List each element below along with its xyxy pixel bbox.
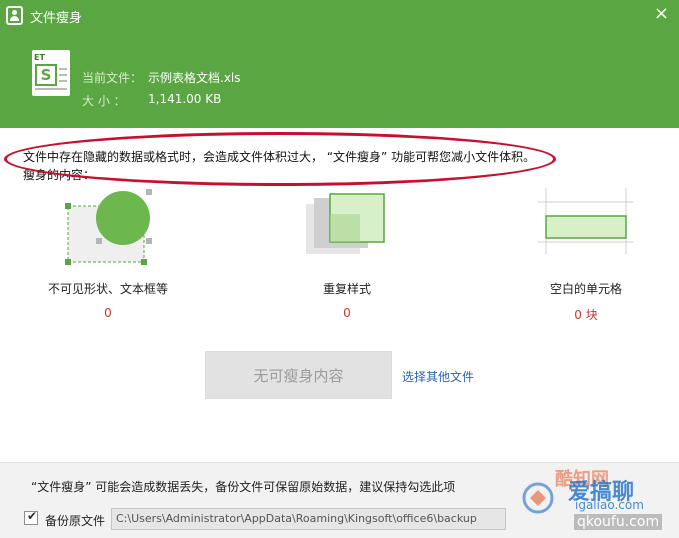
- current-file-value: 示例表格文档.xls: [148, 71, 241, 85]
- description-text: 文件中存在隐藏的数据或格式时，会造成文件体积过大， “文件瘦身” 功能可帮您减小…: [23, 150, 536, 164]
- app-user-icon: [6, 6, 23, 25]
- file-size-label: 大 小 ：: [82, 94, 126, 108]
- watermark-text-3: igaliao.com: [575, 498, 644, 512]
- file-letter: S: [35, 64, 57, 86]
- item-label-invisible-shapes: 不可见形状、文本框等: [47, 282, 168, 296]
- checkmark-icon: ✔: [27, 509, 38, 523]
- watermark-text-4: qkoufu.com: [574, 514, 663, 530]
- blank-cells-illustration: [538, 188, 634, 254]
- item-label-blank-cells: 空白的单元格: [549, 282, 622, 296]
- current-file-label: 当前文件：: [82, 71, 143, 85]
- invisible-shapes-illustration: [65, 189, 152, 265]
- spreadsheet-file-icon: ET S: [32, 50, 70, 96]
- item-label-duplicate-styles: 重复样式: [322, 282, 371, 296]
- backup-checkbox[interactable]: ✔: [24, 509, 38, 525]
- section-title: 瘦身的内容：: [23, 168, 96, 182]
- backup-label: 备份原文件: [45, 514, 106, 528]
- window-title: 文件瘦身: [30, 11, 83, 26]
- backup-warning-text: “文件瘦身” 可能会造成数据丢失，备份文件可保留原始数据，建议保持勾选此项: [31, 480, 456, 494]
- close-button[interactable]: ×: [654, 4, 669, 24]
- item-count-invisible-shapes: 0: [104, 306, 112, 320]
- item-count-blank-cells: 0 块: [574, 308, 598, 322]
- file-size-value: 1,141.00 KB: [148, 92, 222, 106]
- shrink-button[interactable]: 无可瘦身内容: [205, 351, 392, 399]
- backup-path-field[interactable]: C:\Users\Administrator\AppData\Roaming\K…: [111, 508, 506, 530]
- select-other-file-link[interactable]: 选择其他文件: [402, 368, 474, 385]
- file-badge: ET: [34, 53, 45, 62]
- item-count-duplicate-styles: 0: [343, 306, 351, 320]
- duplicate-styles-illustration: [306, 193, 385, 254]
